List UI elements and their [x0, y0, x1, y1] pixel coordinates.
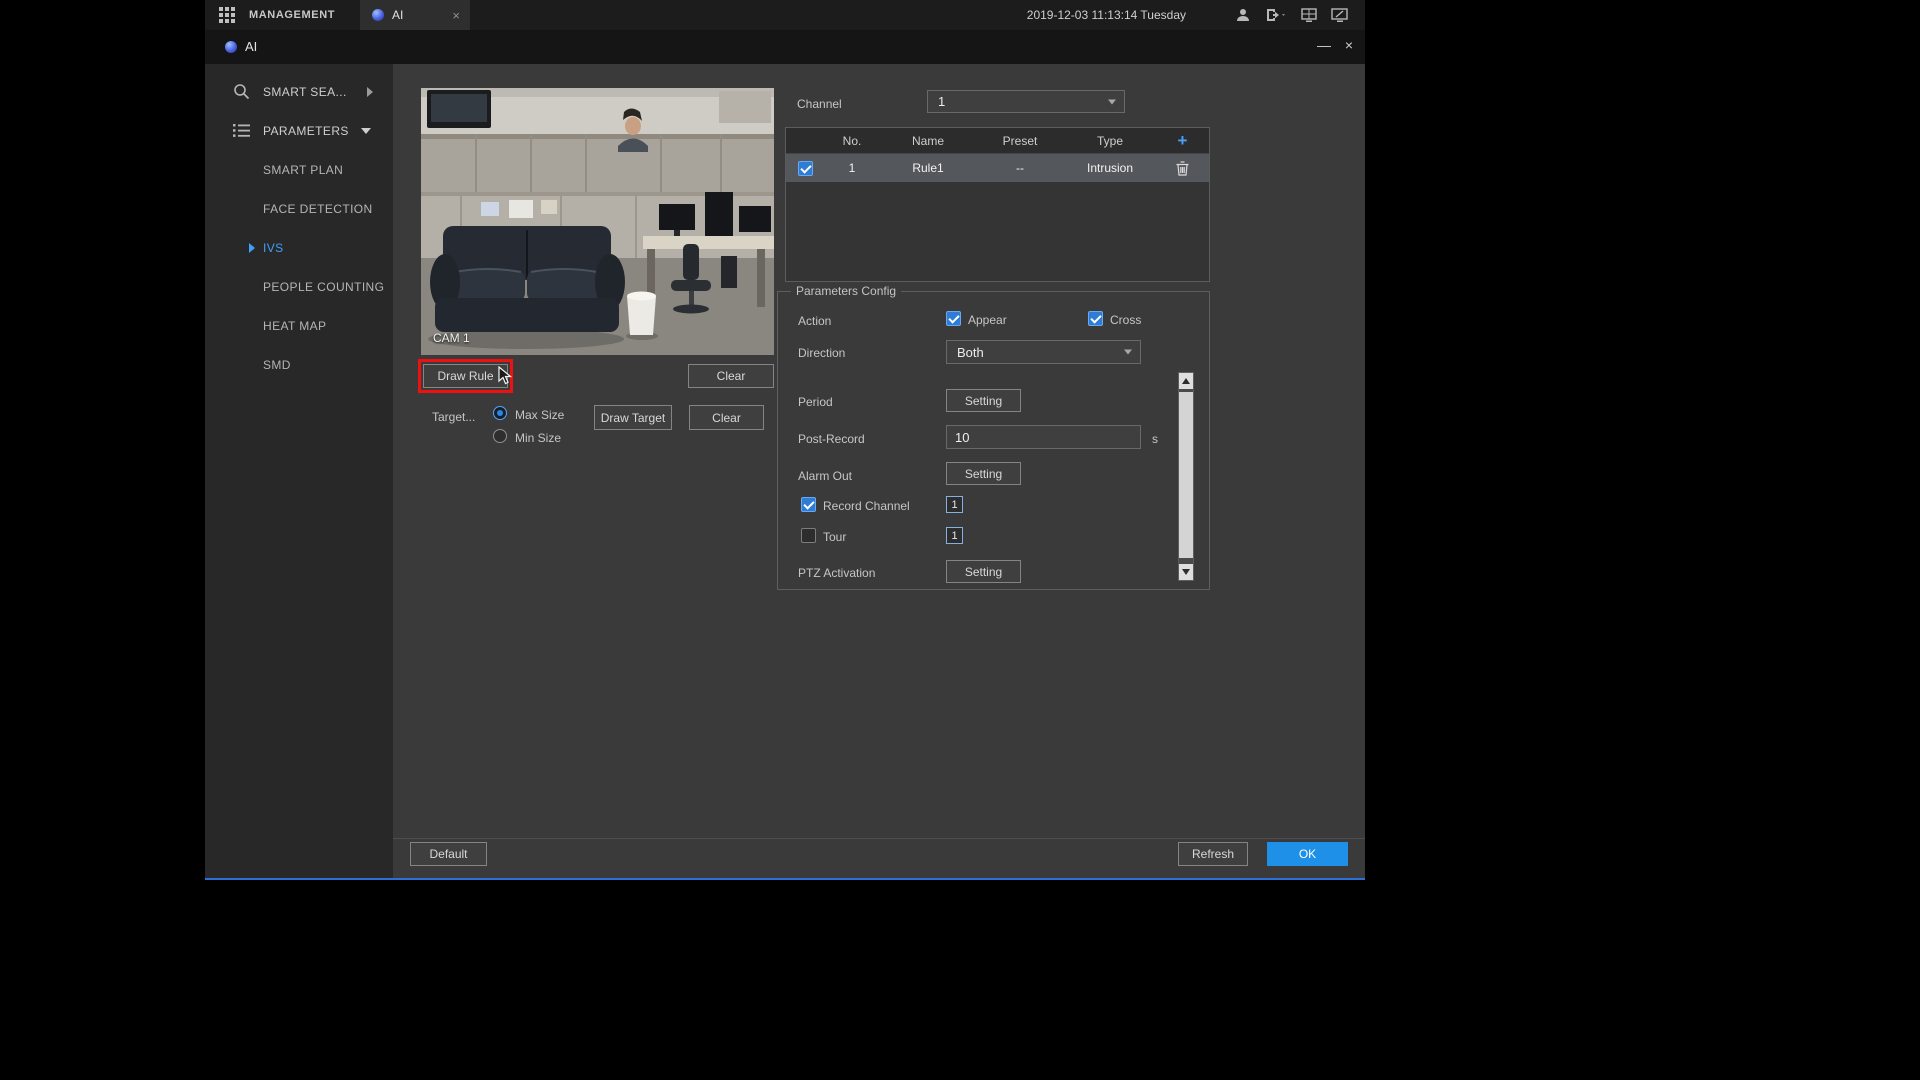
max-size-label[interactable]: Max Size	[515, 408, 564, 422]
system-datetime: 2019-12-03 11:13:14 Tuesday	[1026, 8, 1186, 22]
camera-name-osd: CAM 1	[433, 331, 470, 345]
tab-close-icon[interactable]: ×	[452, 8, 460, 23]
direction-dropdown[interactable]: Both	[946, 340, 1141, 364]
group-title: Parameters Config	[791, 284, 902, 298]
post-record-input[interactable]	[946, 425, 1141, 449]
list-icon	[233, 124, 250, 137]
sidebar-item-ivs[interactable]: IVS	[205, 228, 393, 267]
max-size-radio[interactable]	[493, 406, 507, 420]
management-grid-icon[interactable]	[219, 7, 235, 23]
close-icon[interactable]: ×	[1345, 37, 1353, 53]
alarm-out-label: Alarm Out	[798, 469, 853, 483]
refresh-button[interactable]: Refresh	[1178, 842, 1248, 866]
rules-table: No. Name Preset Type + 1 Rule1 -- Intrus…	[785, 127, 1210, 282]
parameters-config-group: Parameters Config Action Appear Cross Di…	[777, 284, 1210, 590]
chevron-down-icon	[361, 128, 371, 134]
add-rule-button[interactable]: +	[1178, 131, 1188, 151]
active-caret-icon	[249, 243, 255, 253]
column-name: Name	[911, 133, 944, 148]
rule-type: Intrusion	[1086, 161, 1134, 175]
column-preset: Preset	[1002, 133, 1038, 148]
column-type: Type	[1096, 133, 1123, 148]
main-content: CAM 1 Draw Rule Clear Target... Max Size…	[393, 64, 1365, 878]
sidebar-item-smd[interactable]: SMD	[205, 345, 393, 384]
min-size-label[interactable]: Min Size	[515, 431, 561, 445]
record-channel-checkbox[interactable]	[801, 497, 816, 512]
rule-no: 1	[848, 161, 856, 175]
sidebar: SMART SEA... PARAMETERS SMART PLAN FACE …	[205, 64, 393, 878]
window-title-bar: AI — ×	[205, 30, 1365, 64]
channel-grid-icon[interactable]	[1301, 7, 1317, 23]
footer-divider	[393, 838, 1365, 839]
channel-label: Channel	[797, 97, 842, 111]
post-record-unit: s	[1152, 432, 1158, 446]
search-icon	[234, 84, 250, 100]
ai-app-icon	[372, 9, 384, 21]
record-channel-label[interactable]: Record Channel	[823, 499, 910, 513]
clear-target-button[interactable]: Clear	[689, 405, 764, 430]
appear-label[interactable]: Appear	[968, 313, 1007, 327]
window-title: AI	[245, 39, 258, 54]
tour-label[interactable]: Tour	[823, 530, 846, 544]
period-setting-button[interactable]: Setting	[946, 389, 1021, 412]
direction-value: Both	[957, 344, 984, 360]
default-button[interactable]: Default	[410, 842, 487, 866]
rule-checkbox[interactable]	[797, 160, 813, 176]
display-output-icon[interactable]	[1331, 7, 1349, 23]
rule-preset: --	[1016, 161, 1024, 175]
min-size-radio[interactable]	[493, 429, 507, 443]
channel-value: 1	[938, 94, 946, 109]
appear-checkbox[interactable]	[946, 311, 961, 326]
post-record-label: Post-Record	[798, 432, 865, 446]
column-no: No.	[842, 133, 862, 148]
scroll-up-icon[interactable]	[1179, 373, 1193, 389]
logout-icon[interactable]	[1265, 7, 1287, 23]
sidebar-item-heat-map[interactable]: HEAT MAP	[205, 306, 393, 345]
alarm-out-setting-button[interactable]: Setting	[946, 462, 1021, 485]
action-label: Action	[798, 314, 832, 328]
clear-rule-button[interactable]: Clear	[688, 364, 774, 388]
cross-checkbox[interactable]	[1088, 311, 1103, 326]
ai-window-icon	[225, 41, 237, 53]
sidebar-item-smart-search[interactable]: SMART SEA...	[205, 72, 393, 111]
tour-channel-selector[interactable]: 1	[946, 527, 963, 544]
ptz-activation-label: PTZ Activation	[798, 566, 876, 580]
video-preview[interactable]: CAM 1	[421, 88, 774, 355]
nvr-app-window: MANAGEMENT AI × 2019-12-03 11:13:14 Tues…	[205, 0, 1365, 880]
mouse-cursor-icon	[498, 366, 513, 385]
sidebar-item-people-counting[interactable]: PEOPLE COUNTING	[205, 267, 393, 306]
scroll-down-icon[interactable]	[1179, 564, 1193, 580]
direction-label: Direction	[798, 346, 846, 360]
rules-table-header: No. Name Preset Type +	[786, 128, 1209, 154]
draw-target-button[interactable]: Draw Target	[594, 405, 672, 430]
chevron-right-icon	[367, 87, 373, 97]
cross-label[interactable]: Cross	[1110, 313, 1141, 327]
tab-ai-label: AI	[392, 8, 404, 22]
ok-button[interactable]: OK	[1267, 842, 1348, 866]
tab-ai[interactable]: AI ×	[360, 0, 470, 30]
sidebar-item-smart-plan[interactable]: SMART PLAN	[205, 150, 393, 189]
record-channel-selector[interactable]: 1	[946, 496, 963, 513]
top-bar: MANAGEMENT AI × 2019-12-03 11:13:14 Tues…	[205, 0, 1365, 30]
sidebar-item-face-detection[interactable]: FACE DETECTION	[205, 189, 393, 228]
target-label: Target...	[432, 410, 476, 424]
sidebar-item-parameters[interactable]: PARAMETERS	[205, 111, 393, 150]
dropdown-caret-icon	[1108, 99, 1116, 104]
delete-rule-icon[interactable]	[1176, 160, 1189, 176]
channel-dropdown[interactable]: 1	[927, 90, 1125, 113]
user-icon[interactable]	[1235, 7, 1251, 23]
dropdown-caret-icon	[1124, 349, 1132, 355]
rule-name: Rule1	[912, 161, 944, 175]
period-label: Period	[798, 395, 833, 409]
table-row[interactable]: 1 Rule1 -- Intrusion	[786, 154, 1209, 182]
camera-scene	[421, 88, 774, 355]
tour-checkbox[interactable]	[801, 528, 816, 543]
minimize-icon[interactable]: —	[1317, 37, 1331, 53]
scrollbar-thumb[interactable]	[1179, 392, 1193, 558]
scrollbar-track[interactable]	[1178, 372, 1194, 581]
ptz-setting-button[interactable]: Setting	[946, 560, 1021, 583]
management-label[interactable]: MANAGEMENT	[249, 9, 335, 21]
